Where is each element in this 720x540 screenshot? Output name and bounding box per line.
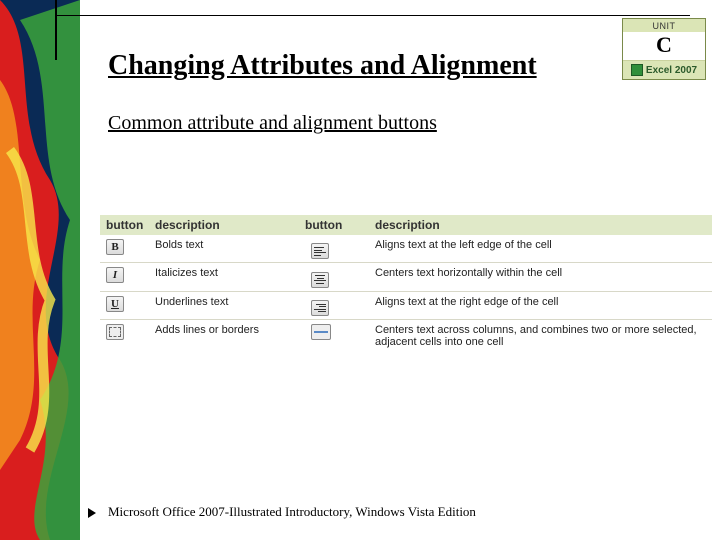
header-description-2: description xyxy=(375,218,712,232)
table-row: B Bolds text Aligns text at the left edg… xyxy=(100,235,712,263)
table-row: Adds lines or borders Centers text acros… xyxy=(100,320,712,351)
page-title: Changing Attributes and Alignment xyxy=(108,50,698,82)
table-header: button description button description xyxy=(100,215,712,235)
attribute-table: button description button description B … xyxy=(100,215,712,351)
align-right-icon xyxy=(311,300,329,316)
underline-icon: U xyxy=(106,296,124,312)
unit-label: UNIT xyxy=(623,19,705,32)
align-left-icon xyxy=(311,243,329,259)
align-center-icon xyxy=(311,272,329,288)
bold-icon: B xyxy=(106,239,124,255)
header-button-1: button xyxy=(100,218,155,232)
cell-desc: Centers text horizontally within the cel… xyxy=(375,267,712,279)
cell-desc: Underlines text xyxy=(155,296,305,308)
cell-desc: Adds lines or borders xyxy=(155,324,305,336)
rule-horizontal xyxy=(55,15,690,16)
cell-desc: Aligns text at the left edge of the cell xyxy=(375,239,712,251)
table-row: U Underlines text Aligns text at the rig… xyxy=(100,292,712,320)
cell-desc: Centers text across columns, and combine… xyxy=(375,324,712,348)
italic-icon: I xyxy=(106,267,124,283)
footer-text: Microsoft Office 2007-Illustrated Introd… xyxy=(108,504,476,520)
header-button-2: button xyxy=(305,218,375,232)
header-description-1: description xyxy=(155,218,305,232)
cell-desc: Italicizes text xyxy=(155,267,305,279)
page-subtitle: Common attribute and alignment buttons xyxy=(108,112,698,135)
rule-vertical xyxy=(55,0,57,60)
footer-arrow-icon xyxy=(88,508,96,518)
borders-icon xyxy=(106,324,124,340)
cell-desc: Bolds text xyxy=(155,239,305,251)
decorative-art xyxy=(0,0,80,540)
table-row: I Italicizes text Centers text horizonta… xyxy=(100,263,712,291)
merge-center-icon xyxy=(311,324,331,340)
cell-desc: Aligns text at the right edge of the cel… xyxy=(375,296,712,308)
